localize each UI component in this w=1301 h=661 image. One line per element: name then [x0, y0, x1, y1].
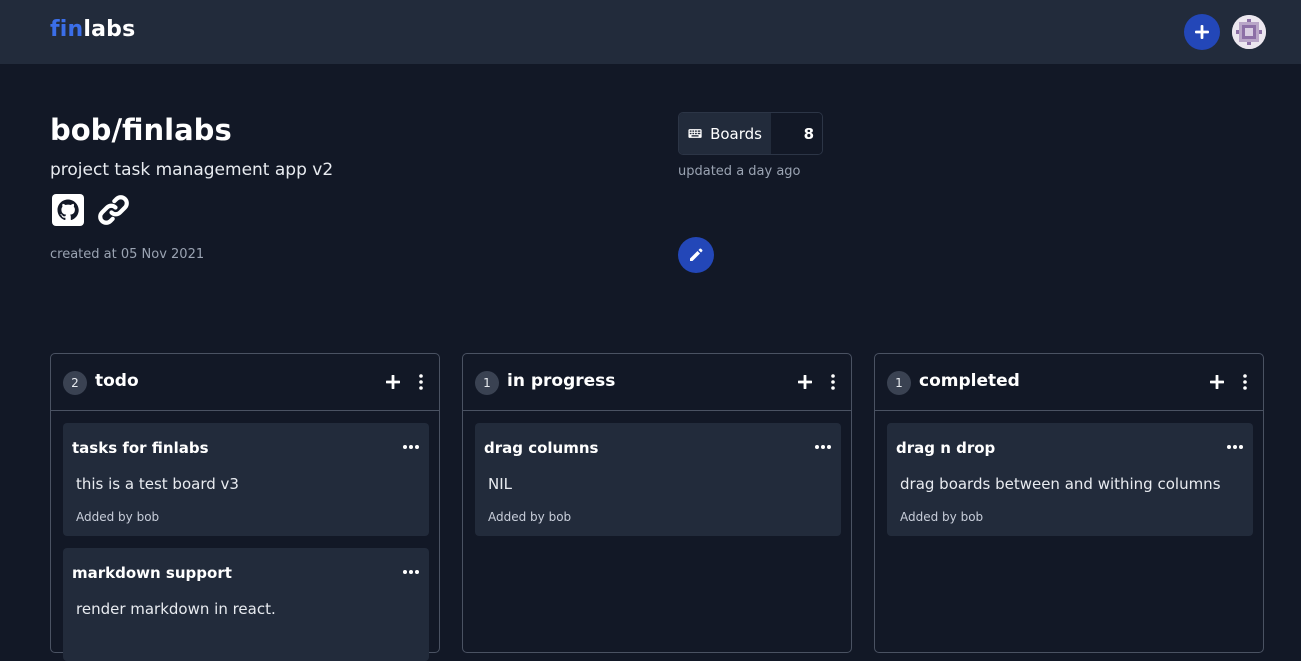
- card-description: render markdown in react.: [76, 600, 276, 618]
- card-author: Added by bob: [76, 510, 160, 524]
- task-card[interactable]: drag n drop drag boards between and with…: [887, 423, 1253, 536]
- project-title: bob/finlabs: [50, 113, 232, 147]
- card-title: drag columns: [484, 439, 599, 457]
- card-title: markdown support: [72, 564, 232, 582]
- card-title: drag n drop: [896, 439, 996, 457]
- boards-stat-label: Boards: [679, 113, 771, 154]
- add-card-icon[interactable]: [1208, 373, 1226, 391]
- card-title: tasks for finlabs: [72, 439, 209, 457]
- user-avatar[interactable]: [1232, 15, 1266, 49]
- column-title: todo: [95, 371, 139, 391]
- column-todo: 2 todo tasks for finlabs this is a test …: [50, 353, 440, 661]
- add-project-button[interactable]: [1184, 14, 1220, 50]
- link-icon[interactable]: [97, 194, 130, 226]
- column-title: completed: [919, 371, 1020, 391]
- updated-time: updated a day ago: [678, 164, 801, 179]
- logo[interactable]: finlabs: [50, 17, 135, 42]
- card-description: drag boards between and withing columns: [900, 475, 1221, 493]
- column-header: 1 completed: [875, 354, 1263, 411]
- edit-project-button[interactable]: [678, 237, 714, 273]
- add-card-icon[interactable]: [384, 373, 402, 391]
- plus-icon: [1195, 25, 1209, 39]
- card-description: this is a test board v3: [76, 475, 239, 493]
- column-completed: 1 completed drag n drop drag boards betw…: [874, 353, 1264, 653]
- boards-label: Boards: [710, 124, 762, 143]
- boards-stat: Boards 8: [678, 112, 823, 155]
- boards-count: 8: [771, 113, 822, 154]
- logo-text-fin: fin: [50, 17, 84, 42]
- column-count-badge: 2: [63, 371, 87, 395]
- column-title: in progress: [507, 371, 616, 391]
- card-menu-icon[interactable]: [814, 443, 832, 451]
- created-date: created at 05 Nov 2021: [50, 247, 205, 262]
- card-description: NIL: [488, 475, 513, 493]
- keyboard-icon: [688, 129, 702, 138]
- pencil-icon: [690, 248, 703, 261]
- column-header: 1 in progress: [463, 354, 851, 411]
- logo-text-labs: labs: [83, 17, 136, 42]
- top-navbar: finlabs: [0, 0, 1301, 64]
- card-menu-icon[interactable]: [402, 568, 420, 576]
- task-card[interactable]: tasks for finlabs this is a test board v…: [63, 423, 429, 536]
- add-card-icon[interactable]: [796, 373, 814, 391]
- column-menu-icon[interactable]: [827, 373, 839, 391]
- project-description: project task management app v2: [50, 160, 334, 180]
- column-count-badge: 1: [887, 371, 911, 395]
- card-author: Added by bob: [488, 510, 572, 524]
- column-menu-icon[interactable]: [1239, 373, 1251, 391]
- task-card[interactable]: drag columns NIL Added by bob: [475, 423, 841, 536]
- column-header: 2 todo: [51, 354, 439, 411]
- card-menu-icon[interactable]: [402, 443, 420, 451]
- identicon-image: [1232, 15, 1266, 49]
- column-in-progress: 1 in progress drag columns NIL Added by …: [462, 353, 852, 653]
- column-menu-icon[interactable]: [415, 373, 427, 391]
- github-icon[interactable]: [52, 194, 84, 226]
- card-author: Added by bob: [900, 510, 984, 524]
- task-card[interactable]: markdown support render markdown in reac…: [63, 548, 429, 661]
- column-count-badge: 1: [475, 371, 499, 395]
- card-menu-icon[interactable]: [1226, 443, 1244, 451]
